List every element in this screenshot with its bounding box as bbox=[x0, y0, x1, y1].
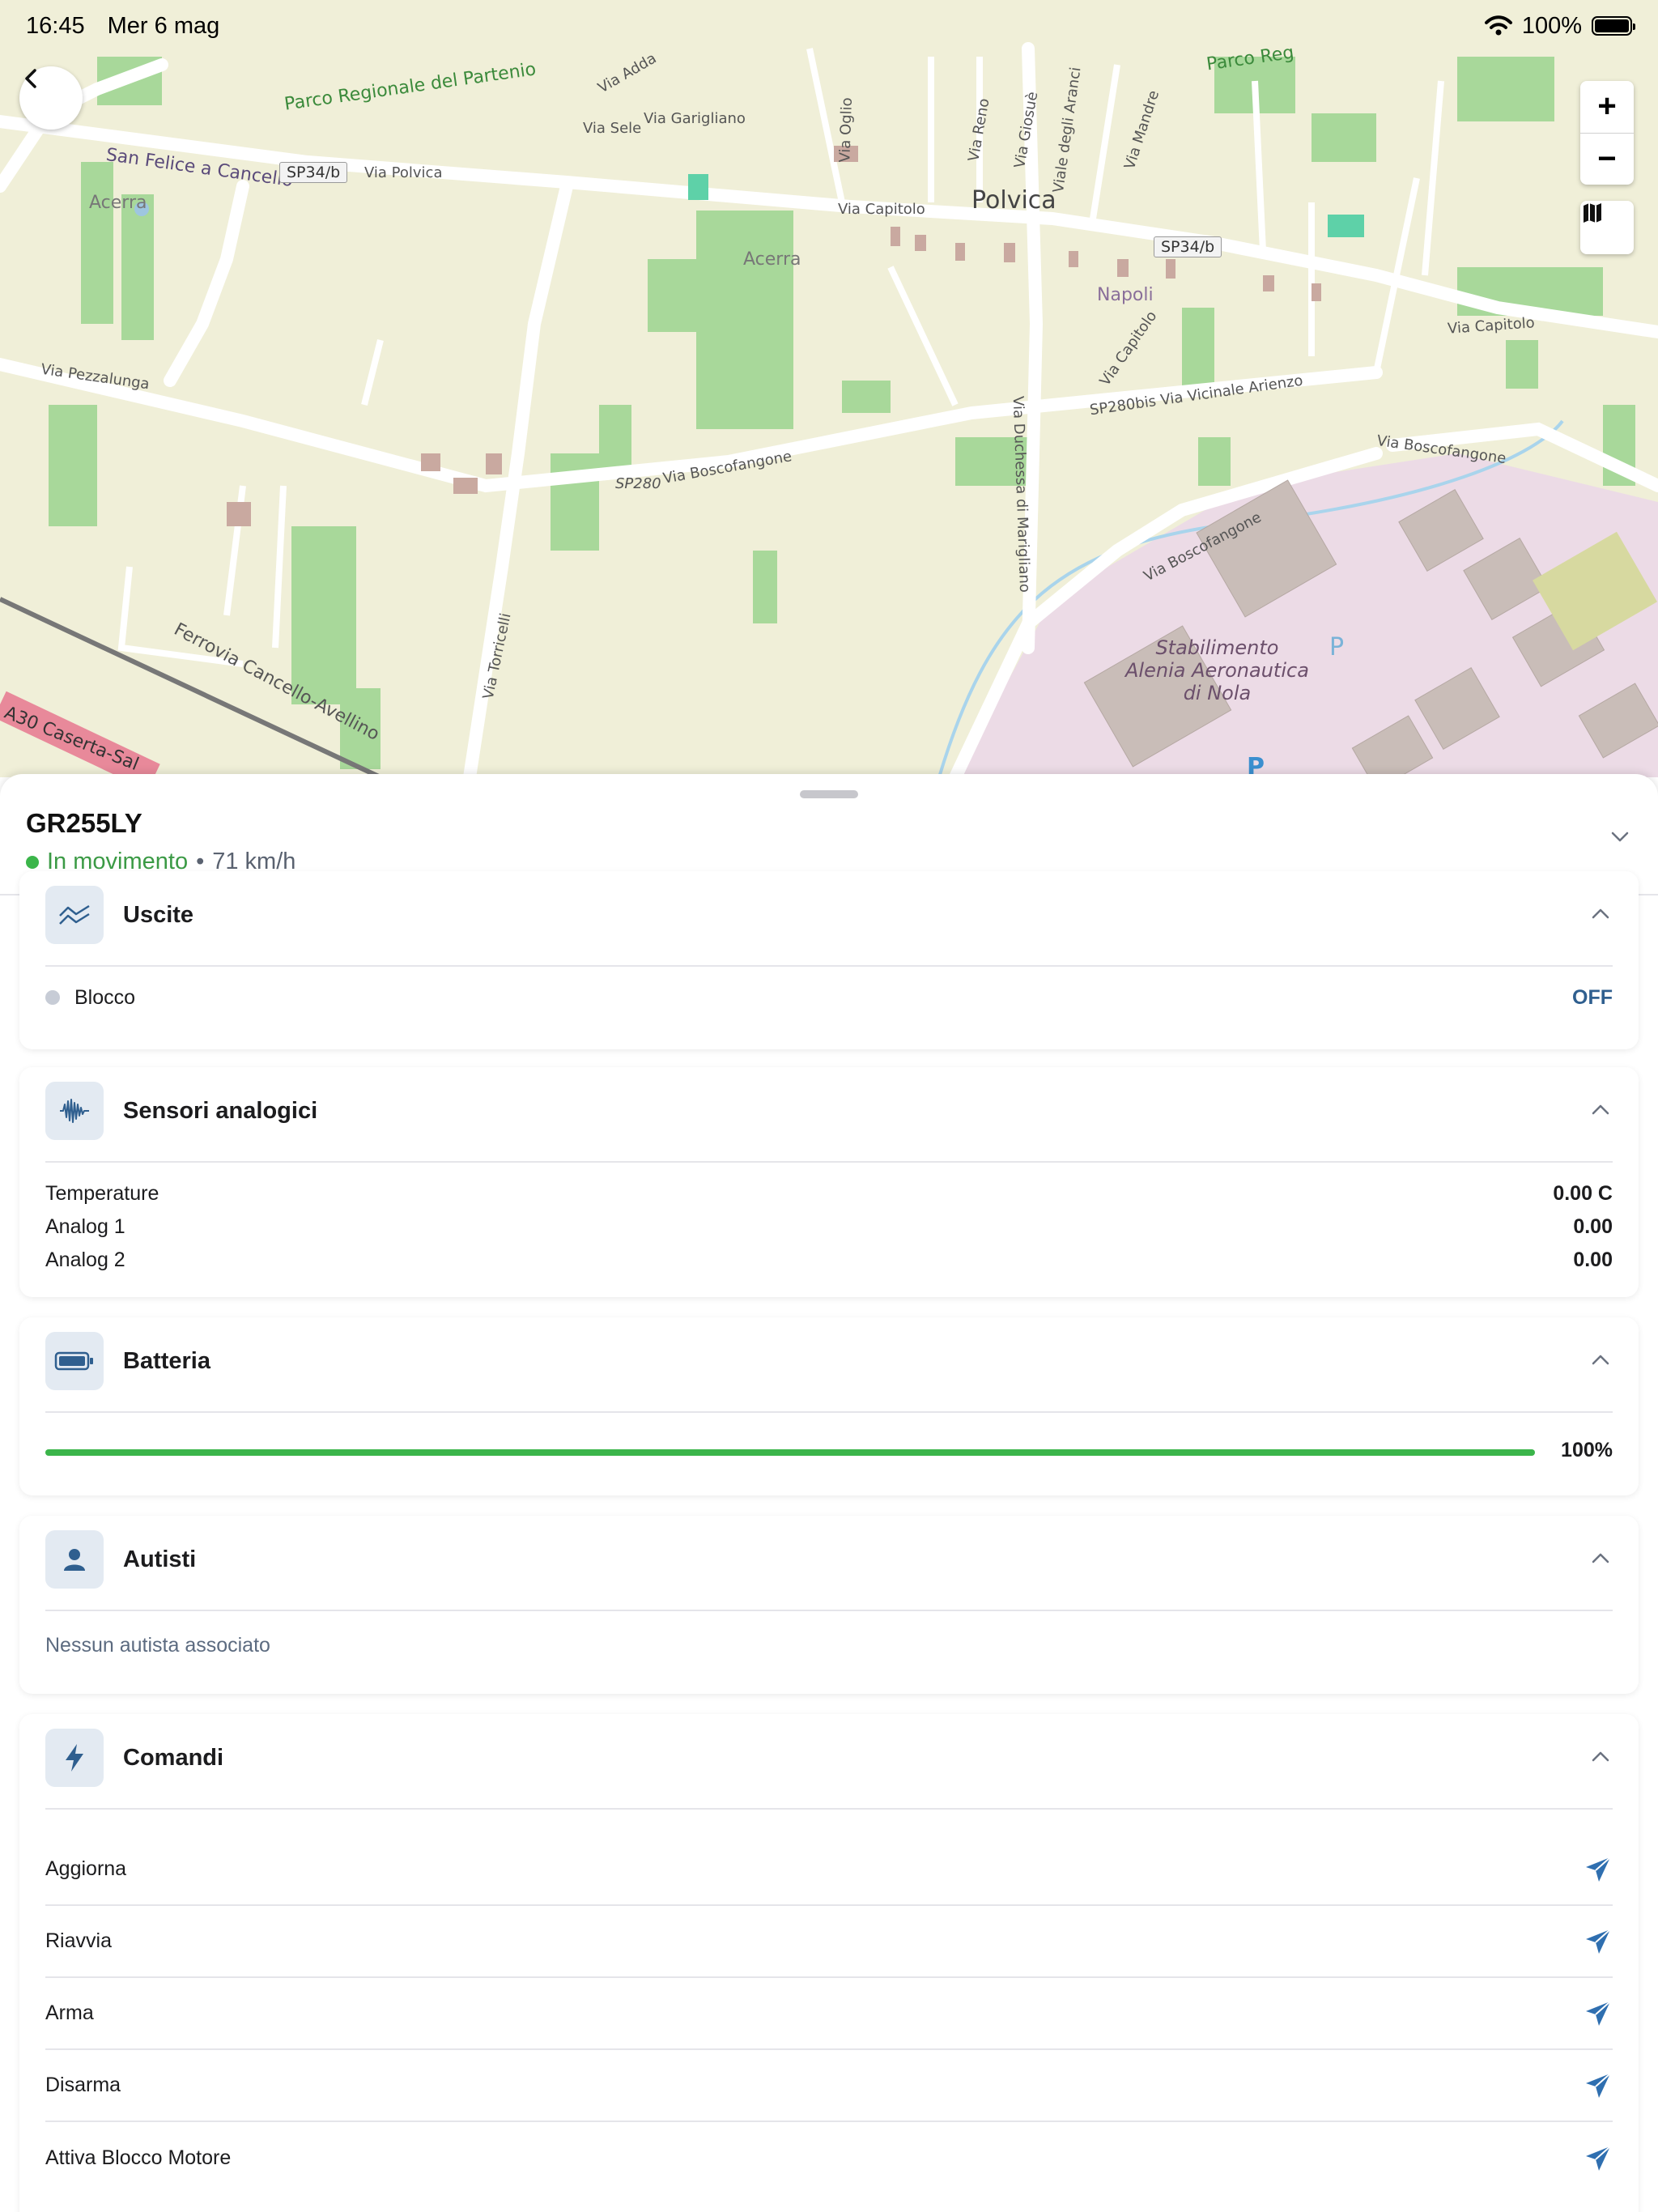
command-row[interactable]: Riavvia bbox=[45, 1906, 1613, 1978]
map-layers-button[interactable] bbox=[1580, 201, 1634, 254]
battery-icon bbox=[45, 1332, 104, 1390]
zoom-in-button[interactable]: + bbox=[1580, 81, 1634, 134]
sensor-label: Temperature bbox=[45, 1181, 159, 1205]
send-icon[interactable] bbox=[1584, 1999, 1613, 2028]
card-header[interactable]: Autisti bbox=[45, 1516, 1613, 1611]
card-comandi: Comandi Aggiorna Riavvia Arma Disarma At… bbox=[19, 1714, 1639, 2212]
map-label: Acerra bbox=[89, 193, 147, 213]
card-batteria: Batteria 100% bbox=[19, 1317, 1639, 1495]
command-row[interactable]: Attiva Blocco Motore bbox=[45, 2122, 1613, 2194]
sensor-label: Analog 1 bbox=[45, 1214, 125, 1238]
send-icon[interactable] bbox=[1584, 2071, 1613, 2100]
chevron-up-icon[interactable] bbox=[1588, 1745, 1613, 1769]
map-label: Polvica bbox=[971, 186, 1056, 215]
send-icon[interactable] bbox=[1584, 2144, 1613, 2173]
back-button[interactable] bbox=[19, 66, 83, 130]
card-sensori-analogici: Sensori analogici Temperature 0.00 C Ana… bbox=[19, 1067, 1639, 1297]
map-label: Napoli bbox=[1097, 285, 1154, 305]
card-title: Comandi bbox=[123, 1745, 224, 1771]
send-icon[interactable] bbox=[1584, 1855, 1613, 1884]
zoom-control: + − bbox=[1580, 81, 1634, 185]
status-dot-icon bbox=[26, 855, 39, 869]
no-driver-text: Nessun autista associato bbox=[45, 1631, 1613, 1660]
bolt-icon bbox=[45, 1729, 104, 1787]
status-date: Mer 6 mag bbox=[107, 12, 220, 39]
map-icon bbox=[1584, 203, 1601, 223]
waveform-icon bbox=[45, 1082, 104, 1140]
chevron-left-icon bbox=[25, 69, 36, 88]
battery-status-icon bbox=[1592, 16, 1635, 36]
map-label: Via Garigliano bbox=[644, 110, 746, 127]
map-label: SP280 bbox=[615, 475, 661, 492]
command-label: Riavvia bbox=[45, 1929, 112, 1952]
card-header[interactable]: Sensori analogici bbox=[45, 1067, 1613, 1163]
sensor-row: Analog 1 0.00 bbox=[45, 1212, 1613, 1241]
wave-icon bbox=[45, 886, 104, 944]
map-view[interactable]: Parco Regionale del Partenio Parco Reg S… bbox=[0, 0, 1658, 777]
card-uscite: Uscite Blocco OFF bbox=[19, 871, 1639, 1049]
card-header[interactable]: Batteria bbox=[45, 1317, 1613, 1413]
command-row[interactable]: Aggiorna bbox=[45, 1834, 1613, 1906]
command-row[interactable]: Disarma bbox=[45, 2050, 1613, 2122]
card-title: Uscite bbox=[123, 902, 194, 928]
road-shield: SP34/b bbox=[1154, 236, 1222, 257]
card-title: Autisti bbox=[123, 1546, 197, 1572]
map-label: Via Sele bbox=[583, 120, 642, 137]
road-shield: SP34/b bbox=[279, 162, 348, 183]
sensor-value: 0.00 bbox=[1573, 1248, 1613, 1271]
chevron-up-icon[interactable] bbox=[1588, 1348, 1613, 1372]
output-name: Blocco bbox=[74, 985, 136, 1009]
parking-icon: P bbox=[1329, 633, 1345, 661]
sensor-row: Analog 2 0.00 bbox=[45, 1245, 1613, 1274]
card-title: Batteria bbox=[123, 1348, 210, 1374]
sensor-label: Analog 2 bbox=[45, 1248, 125, 1271]
command-label: Arma bbox=[45, 2001, 94, 2024]
card-title: Sensori analogici bbox=[123, 1098, 318, 1124]
chevron-up-icon[interactable] bbox=[1588, 1546, 1613, 1571]
command-label: Attiva Blocco Motore bbox=[45, 2146, 232, 2169]
command-label: Aggiorna bbox=[45, 1857, 127, 1880]
output-state-dot-icon bbox=[45, 990, 60, 1005]
sensor-value: 0.00 bbox=[1573, 1214, 1613, 1238]
chevron-up-icon[interactable] bbox=[1588, 902, 1613, 926]
vehicle-plate: GR255LY bbox=[26, 808, 142, 838]
person-icon bbox=[45, 1530, 104, 1589]
zoom-out-button[interactable]: − bbox=[1580, 134, 1634, 185]
vehicle-detail-sheet: GR255LY In movimento • 71 km/h Uscite Bl… bbox=[0, 774, 1658, 2212]
map-label: Via Polvica bbox=[364, 164, 443, 181]
output-value: OFF bbox=[1572, 985, 1613, 1009]
output-label: Blocco bbox=[45, 986, 135, 1010]
battery-percent: 100% bbox=[1521, 12, 1582, 39]
send-icon[interactable] bbox=[1584, 1927, 1613, 1956]
sensor-row: Temperature 0.00 C bbox=[45, 1179, 1613, 1208]
battery-progress-fill bbox=[45, 1449, 1535, 1456]
wifi-icon bbox=[1484, 15, 1512, 36]
battery-progress-track bbox=[45, 1449, 1535, 1456]
map-label: Acerra bbox=[743, 249, 801, 270]
card-autisti: Autisti Nessun autista associato bbox=[19, 1516, 1639, 1694]
battery-percent-label: 100% bbox=[1561, 1439, 1613, 1461]
sensor-value: 0.00 C bbox=[1553, 1181, 1613, 1205]
status-time: 16:45 bbox=[26, 12, 85, 39]
map-label: Via Oglio bbox=[836, 97, 857, 163]
chevron-up-icon[interactable] bbox=[1588, 1098, 1613, 1122]
map-label: Via Capitolo bbox=[838, 201, 925, 218]
status-bar: 16:45 Mer 6 mag 100% bbox=[0, 0, 1658, 52]
card-header[interactable]: Comandi bbox=[45, 1714, 1613, 1810]
empty-state-label: Nessun autista associato bbox=[45, 1633, 270, 1657]
map-label: Stabilimento Alenia Aeronautica di Nola bbox=[1125, 636, 1309, 704]
command-row[interactable]: Arma bbox=[45, 1978, 1613, 2050]
card-header[interactable]: Uscite bbox=[45, 871, 1613, 967]
output-row: Blocco OFF bbox=[45, 983, 1613, 1012]
command-label: Disarma bbox=[45, 2074, 121, 2096]
chevron-down-icon[interactable] bbox=[1608, 824, 1632, 849]
